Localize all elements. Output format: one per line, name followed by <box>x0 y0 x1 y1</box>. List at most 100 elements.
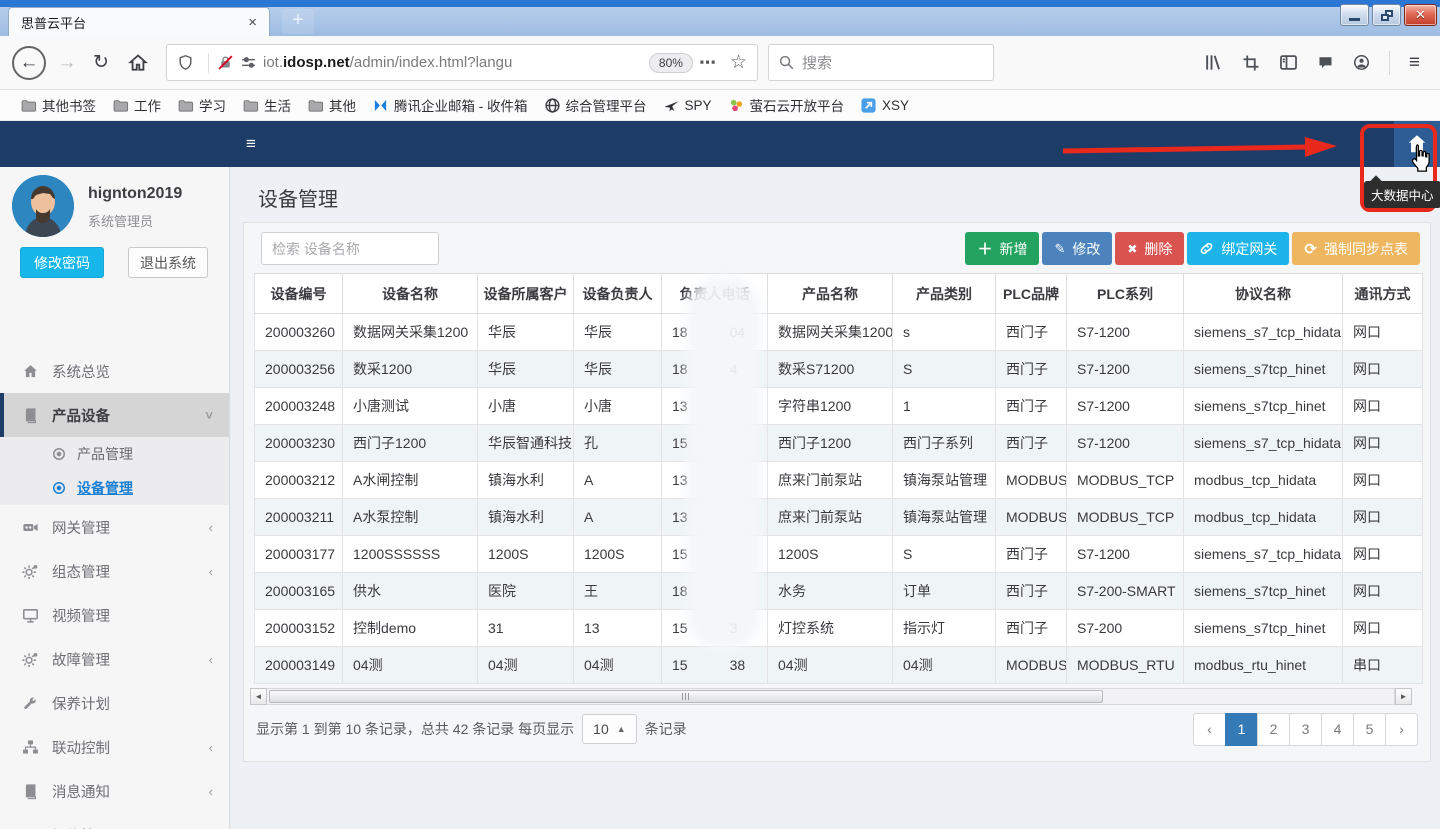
sidebar-item-系统总览[interactable]: 系统总览 <box>0 349 229 393</box>
cell-phone: 15 <box>662 536 768 573</box>
phone-prefix: 13 <box>672 398 688 414</box>
action-button-删除[interactable]: ✖删除 <box>1115 232 1184 265</box>
scroll-left-arrow[interactable]: ◄ <box>250 688 267 705</box>
logout-button[interactable]: 退出系统 <box>128 247 208 278</box>
cell-customer: 医院 <box>478 573 574 610</box>
sidebar-item-短信管理[interactable]: 短信管理 <box>0 813 229 829</box>
change-password-button[interactable]: 修改密码 <box>20 247 104 278</box>
bookmark-item[interactable]: 其他书签 <box>12 92 104 118</box>
insecure-lock-icon[interactable] <box>217 54 234 71</box>
sidebar-subitem-产品管理[interactable]: 产品管理 <box>0 437 229 471</box>
sidebar-submenu: 产品管理设备管理 <box>0 437 229 505</box>
table-row[interactable]: 200003165供水医院王18水务订单西门子S7-200-SMARTsieme… <box>255 573 1423 610</box>
bookmark-item[interactable]: 萤石云开放平台 <box>720 92 853 118</box>
phone-suffix: 3 <box>730 620 738 636</box>
table-row[interactable]: 200003212A水闸控制镇海水利A13庶来门前泵站镇海泵站管理MODBUSM… <box>255 462 1423 499</box>
menu-icon[interactable]: ≡ <box>1409 52 1420 74</box>
sidebar-item-联动控制[interactable]: 联动控制‹ <box>0 725 229 769</box>
scrollbar-thumb[interactable] <box>269 690 1103 703</box>
column-header: 负责人电话 <box>662 274 768 314</box>
avatar[interactable] <box>12 175 74 237</box>
window-close-button[interactable]: ✕ <box>1404 4 1437 26</box>
scroll-right-arrow[interactable]: ► <box>1395 688 1412 705</box>
url-bar[interactable]: iot.idosp.net/admin/index.html?langu 80%… <box>166 44 758 81</box>
action-button-新增[interactable]: ＋新增 <box>965 232 1039 265</box>
bookmark-item[interactable]: 工作 <box>104 92 169 118</box>
account-icon[interactable] <box>1353 54 1370 71</box>
big-data-center-button[interactable] <box>1394 121 1440 167</box>
shield-icon[interactable] <box>177 54 194 71</box>
bookmark-item[interactable]: 其他 <box>299 92 364 118</box>
back-button[interactable]: ← <box>12 46 46 80</box>
bookmark-item[interactable]: 腾讯企业邮箱 - 收件箱 <box>364 92 536 118</box>
bookmark-star-icon[interactable]: ☆ <box>730 51 747 74</box>
page-button-1[interactable]: 1 <box>1225 713 1258 746</box>
device-search-input[interactable]: 检索 设备名称 <box>261 232 439 265</box>
sidebar-item-label: 故障管理 <box>52 649 110 670</box>
page-prev-button[interactable]: ‹ <box>1193 713 1226 746</box>
bookmark-item[interactable]: XSY <box>852 94 917 117</box>
bookmark-item[interactable]: SPY <box>655 94 720 117</box>
bookmark-label: 其他 <box>329 95 356 115</box>
cell-phone: 1804 <box>662 314 768 351</box>
table-row[interactable]: 2000031771200SSSSSS1200S1200S151200SS西门子… <box>255 536 1423 573</box>
forward-button[interactable]: → <box>52 46 82 80</box>
action-button-修改[interactable]: ✎修改 <box>1042 232 1112 265</box>
search-bar[interactable]: 搜索 <box>768 44 994 81</box>
library-icon[interactable] <box>1204 53 1223 72</box>
table-row[interactable]: 200003260数据网关采集1200华辰华辰1804数据网关采集1200s西门… <box>255 314 1423 351</box>
browser-tab[interactable]: 思普云平台 × <box>8 7 270 36</box>
sidebar-item-网关管理[interactable]: 网关管理 ‹ <box>0 505 229 549</box>
cell-comm: 网口 <box>1343 425 1423 462</box>
sidebar-item-组态管理[interactable]: 组态管理‹ <box>0 549 229 593</box>
page-button-3[interactable]: 3 <box>1289 713 1322 746</box>
sidebar-item-故障管理[interactable]: 故障管理‹ <box>0 637 229 681</box>
scrollbar-track[interactable] <box>267 688 1395 705</box>
page-button-2[interactable]: 2 <box>1257 713 1290 746</box>
sidebar-item-label: 网关管理 <box>52 517 110 538</box>
action-button-绑定网关[interactable]: 绑定网关 <box>1187 232 1289 265</box>
table-row[interactable]: 200003256数采1200华辰华辰184数采S71200S西门子S7-120… <box>255 351 1423 388</box>
screenshot-icon[interactable] <box>1242 54 1260 72</box>
cell-customer: 31 <box>478 610 574 647</box>
minimize-icon <box>1349 18 1360 21</box>
sidebar-toggle-icon[interactable] <box>1279 53 1298 72</box>
page-size-dropdown[interactable]: 10▲ <box>582 714 637 744</box>
bookmark-item[interactable]: 学习 <box>169 92 234 118</box>
bookmark-item[interactable]: 综合管理平台 <box>536 92 655 118</box>
page-actions-icon[interactable]: ⋯ <box>699 53 716 73</box>
permissions-icon[interactable] <box>240 54 257 71</box>
page-next-button[interactable]: › <box>1385 713 1418 746</box>
action-button-强制同步点表[interactable]: ⟳强制同步点表 <box>1292 232 1420 265</box>
folder-icon <box>112 97 129 114</box>
bookmark-label: 学习 <box>199 95 226 115</box>
cell-comm: 网口 <box>1343 499 1423 536</box>
page-button-5[interactable]: 5 <box>1353 713 1386 746</box>
page-button-4[interactable]: 4 <box>1321 713 1354 746</box>
window-minimize-button[interactable] <box>1340 4 1369 26</box>
browser-home-button[interactable] <box>122 46 154 80</box>
sidebar-item-消息通知[interactable]: 消息通知‹ <box>0 769 229 813</box>
table-row[interactable]: 200003211A水泵控制镇海水利A13庶来门前泵站镇海泵站管理MODBUSM… <box>255 499 1423 536</box>
table-row[interactable]: 200003152控制demo3113153灯控系统指示灯西门子S7-200si… <box>255 610 1423 647</box>
tab-title: 思普云平台 <box>21 13 86 32</box>
new-tab-button[interactable]: + <box>282 9 314 34</box>
sidebar-item-保养计划[interactable]: 保养计划 <box>0 681 229 725</box>
sidebar-item-产品设备[interactable]: 产品设备˅ <box>0 393 229 437</box>
home-icon <box>20 363 40 380</box>
sidebar-subitem-设备管理[interactable]: 设备管理 <box>0 471 229 505</box>
table-row[interactable]: 20000314904测04测04测153804测04测MODBUSMODBUS… <box>255 647 1423 684</box>
cell-phone: 13 <box>662 462 768 499</box>
table-row[interactable]: 200003230西门子1200华辰智通科技孔15西门子1200西门子系列西门子… <box>255 425 1423 462</box>
sidebar-collapse-icon[interactable]: ≡ <box>246 134 256 154</box>
messages-icon[interactable] <box>1317 54 1334 71</box>
window-restore-button[interactable] <box>1372 4 1401 26</box>
sidebar-item-视频管理[interactable]: 视频管理 <box>0 593 229 637</box>
chevron-left-icon: ‹ <box>209 520 213 535</box>
zoom-level-badge[interactable]: 80% <box>649 53 693 73</box>
tab-close-icon[interactable]: × <box>248 15 257 30</box>
table-row[interactable]: 200003248小唐测试小唐小唐13字符串12001西门子S7-1200sie… <box>255 388 1423 425</box>
reload-button[interactable]: ↻ <box>86 46 116 80</box>
horizontal-scrollbar[interactable]: ◄ ► <box>250 688 1412 705</box>
bookmark-item[interactable]: 生活 <box>234 92 299 118</box>
